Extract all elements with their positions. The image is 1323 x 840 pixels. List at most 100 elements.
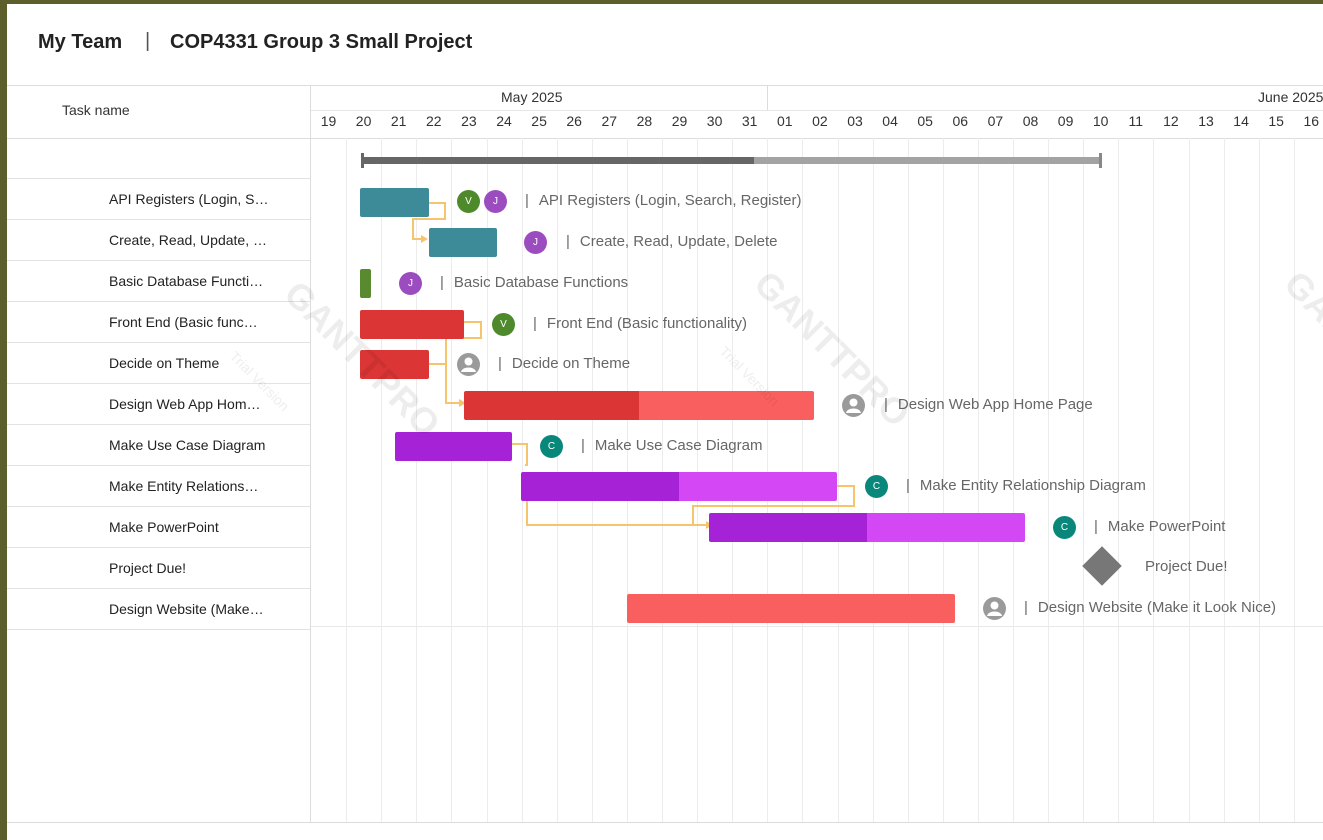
task-label: | Front End (Basic functionality) xyxy=(533,315,747,332)
day-label: 28 xyxy=(636,113,653,129)
timeline-header: May 2025 June 2025 19 20 21 22 23 24 25 26 27 28 2… xyxy=(310,85,1323,139)
day-label: 15 xyxy=(1268,113,1284,129)
task-row[interactable]: Design Web App Hom… xyxy=(7,384,310,425)
task-name[interactable]: Design Website (Make… xyxy=(109,601,264,617)
day-label: 14 xyxy=(1233,113,1249,129)
task-row[interactable]: Make PowerPoint xyxy=(7,507,310,548)
day-label: 26 xyxy=(566,113,582,129)
user-icon xyxy=(987,601,1002,616)
day-label: 30 xyxy=(706,113,723,129)
day-label: 05 xyxy=(917,113,933,129)
assignee-avatar[interactable]: C xyxy=(540,435,563,458)
day-label: 03 xyxy=(847,113,863,129)
task-bar[interactable] xyxy=(429,228,497,257)
task-row[interactable]: Create, Read, Update, … xyxy=(7,220,310,261)
day-label: 08 xyxy=(1022,113,1039,129)
task-bar[interactable] xyxy=(521,472,837,501)
task-name[interactable]: Basic Database Functi… xyxy=(109,273,263,289)
day-label: 09 xyxy=(1057,113,1074,129)
user-icon xyxy=(461,357,476,372)
dependency-arrow xyxy=(429,363,447,386)
day-label: 12 xyxy=(1163,113,1179,129)
task-bar[interactable] xyxy=(627,594,955,623)
task-bar[interactable] xyxy=(360,269,371,298)
title-bar: My Team | COP4331 Group 3 Small Project xyxy=(7,4,1323,84)
task-row[interactable]: Make Entity Relations… xyxy=(7,466,310,507)
day-label: 23 xyxy=(461,113,477,129)
day-label: 13 xyxy=(1198,113,1214,129)
assignee-avatar[interactable]: J xyxy=(524,231,547,254)
day-label: 11 xyxy=(1128,113,1144,129)
day-label: 01 xyxy=(777,113,793,129)
task-name-header: Task name xyxy=(62,102,130,118)
task-name[interactable]: Make PowerPoint xyxy=(109,519,219,535)
team-name[interactable]: My Team xyxy=(38,31,122,54)
task-bar[interactable] xyxy=(395,432,512,461)
project-title[interactable]: COP4331 Group 3 Small Project xyxy=(170,31,472,54)
task-label: | Create, Read, Update, Delete xyxy=(566,233,778,250)
task-label: | Make Entity Relationship Diagram xyxy=(906,477,1146,494)
header-divider xyxy=(311,110,1323,111)
task-bar[interactable] xyxy=(360,350,429,379)
task-bar[interactable] xyxy=(464,391,814,420)
task-label: | Decide on Theme xyxy=(498,355,631,372)
month-label: June 2025 xyxy=(1258,89,1323,105)
task-name[interactable]: Front End (Basic func… xyxy=(109,314,258,330)
day-label: 24 xyxy=(496,113,512,129)
assignee-avatar[interactable]: C xyxy=(1053,516,1076,539)
unassigned-user-icon[interactable] xyxy=(842,394,865,417)
day-label: 16 xyxy=(1303,113,1320,129)
day-label: 20 xyxy=(355,113,372,129)
summary-row xyxy=(7,138,310,179)
task-name[interactable]: Project Due! xyxy=(109,560,186,576)
task-name[interactable]: Make Use Case Diagram xyxy=(109,437,265,453)
task-label: | Design Web App Home Page xyxy=(884,396,1093,413)
arrow-head xyxy=(421,235,428,243)
task-bar[interactable] xyxy=(360,188,429,217)
task-label: | Basic Database Functions xyxy=(440,274,629,291)
day-label: 27 xyxy=(601,113,618,129)
task-bar[interactable] xyxy=(709,513,1025,542)
task-row[interactable]: Design Website (Make… xyxy=(7,589,310,630)
assignee-avatar[interactable]: V xyxy=(457,190,480,213)
task-column-header[interactable]: Task name xyxy=(7,85,310,139)
day-label: 31 xyxy=(741,113,758,129)
task-label: | Make PowerPoint xyxy=(1094,518,1226,535)
task-row[interactable]: Decide on Theme xyxy=(7,343,310,384)
day-label: 07 xyxy=(987,113,1004,129)
task-name[interactable]: Make Entity Relations… xyxy=(109,478,258,494)
task-label: | API Registers (Login, Search, Register) xyxy=(525,192,802,209)
task-name[interactable]: Decide on Theme xyxy=(109,355,219,371)
assignee-avatar[interactable]: J xyxy=(484,190,507,213)
day-label: 21 xyxy=(390,113,407,129)
day-label: 06 xyxy=(952,113,969,129)
day-label: 25 xyxy=(531,113,547,129)
task-label: | Make Use Case Diagram xyxy=(581,437,763,454)
assignee-avatar[interactable]: V xyxy=(492,313,515,336)
task-name[interactable]: Create, Read, Update, … xyxy=(109,232,267,248)
day-label: 19 xyxy=(320,113,337,129)
task-row[interactable]: Basic Database Functi… xyxy=(7,261,310,302)
task-row[interactable]: Make Use Case Diagram xyxy=(7,425,310,466)
month-divider xyxy=(767,86,768,110)
day-label: 04 xyxy=(882,113,898,129)
task-row[interactable]: API Registers (Login, S… xyxy=(7,179,310,220)
task-bar[interactable] xyxy=(360,310,464,339)
task-row[interactable]: Project Due! xyxy=(7,548,310,589)
assignee-avatar[interactable]: J xyxy=(399,272,422,295)
unassigned-user-icon[interactable] xyxy=(983,597,1006,620)
task-name[interactable]: Design Web App Hom… xyxy=(109,396,260,412)
milestone-label: Project Due! xyxy=(1145,558,1228,575)
task-row[interactable]: Front End (Basic func… xyxy=(7,302,310,343)
month-label: May 2025 xyxy=(501,89,563,105)
bottom-border xyxy=(7,822,1323,840)
app-window: My Team | COP4331 Group 3 Small Project … xyxy=(7,4,1323,840)
task-name[interactable]: API Registers (Login, S… xyxy=(109,191,269,207)
dependency-arrow xyxy=(512,443,528,466)
day-label: 10 xyxy=(1092,113,1109,129)
assignee-avatar[interactable]: C xyxy=(865,475,888,498)
day-label: 22 xyxy=(426,113,442,129)
unassigned-user-icon[interactable] xyxy=(457,353,480,376)
title-separator: | xyxy=(145,30,151,52)
day-label: 29 xyxy=(671,113,688,129)
